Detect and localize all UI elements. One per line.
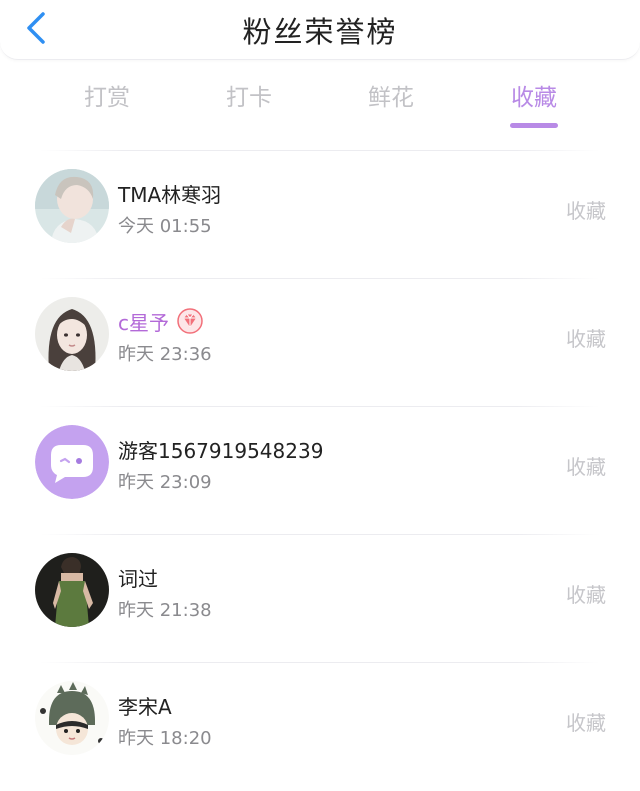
avatar[interactable] bbox=[35, 553, 109, 627]
favorite-label: 收藏 bbox=[566, 455, 606, 479]
top-bar: 粉丝荣誉榜 bbox=[0, 0, 640, 60]
timestamp: 昨天 23:09 bbox=[118, 472, 212, 493]
user-name: 李宋A bbox=[118, 694, 172, 719]
name-line: c星予 bbox=[118, 308, 203, 335]
name-line: 李宋A bbox=[118, 692, 172, 719]
list-item[interactable]: 游客1567919548239 昨天 23:09 收藏 bbox=[0, 407, 640, 535]
timestamp: 昨天 18:20 bbox=[118, 728, 212, 749]
tab-checkin[interactable]: 打卡 bbox=[199, 78, 299, 130]
active-tab-indicator bbox=[510, 123, 558, 128]
favorite-label: 收藏 bbox=[566, 583, 606, 607]
user-name: c星予 bbox=[118, 310, 169, 335]
tab-label: 打赏 bbox=[84, 85, 130, 111]
user-name: TMA林寒羽 bbox=[118, 182, 222, 207]
tab-flowers[interactable]: 鲜花 bbox=[341, 78, 441, 130]
avatar-green-dress-image bbox=[35, 553, 109, 627]
name-line: TMA林寒羽 bbox=[118, 180, 222, 207]
user-name: 游客1567919548239 bbox=[118, 438, 324, 463]
chat-bubble-icon bbox=[35, 425, 109, 499]
fan-list: TMA林寒羽 今天 01:55 收藏 c星予 昨天 23:36 收藏 游客156… bbox=[0, 151, 640, 791]
avatar[interactable] bbox=[35, 169, 109, 243]
timestamp: 今天 01:55 bbox=[118, 216, 212, 237]
favorite-label: 收藏 bbox=[566, 327, 606, 351]
tab-bar: 打赏 打卡 鲜花 收藏 bbox=[0, 78, 640, 138]
page-title: 粉丝荣誉榜 bbox=[242, 15, 398, 49]
avatar-dino-cartoon-image bbox=[35, 681, 109, 755]
timestamp: 昨天 23:36 bbox=[118, 344, 212, 365]
avatar[interactable] bbox=[35, 297, 109, 371]
list-item[interactable]: TMA林寒羽 今天 01:55 收藏 bbox=[0, 151, 640, 279]
timestamp: 昨天 21:38 bbox=[118, 600, 212, 621]
tab-reward[interactable]: 打赏 bbox=[57, 78, 157, 130]
name-line: 词过 bbox=[118, 564, 158, 591]
avatar[interactable] bbox=[35, 425, 109, 499]
list-item[interactable]: 词过 昨天 21:38 收藏 bbox=[0, 535, 640, 663]
list-item[interactable]: c星予 昨天 23:36 收藏 bbox=[0, 279, 640, 407]
avatar[interactable] bbox=[35, 681, 109, 755]
favorite-label: 收藏 bbox=[566, 199, 606, 223]
tab-label: 收藏 bbox=[511, 85, 557, 111]
diamond-badge-icon bbox=[177, 308, 203, 334]
name-line: 游客1567919548239 bbox=[118, 436, 324, 463]
user-name: 词过 bbox=[118, 566, 158, 591]
tab-label: 鲜花 bbox=[368, 85, 414, 111]
list-item[interactable]: 李宋A 昨天 18:20 收藏 bbox=[0, 663, 640, 791]
avatar-boy-image bbox=[35, 169, 109, 243]
tab-favorites[interactable]: 收藏 bbox=[484, 78, 584, 130]
avatar-girl-image bbox=[35, 297, 109, 371]
favorite-label: 收藏 bbox=[566, 711, 606, 735]
tab-label: 打卡 bbox=[226, 85, 272, 111]
